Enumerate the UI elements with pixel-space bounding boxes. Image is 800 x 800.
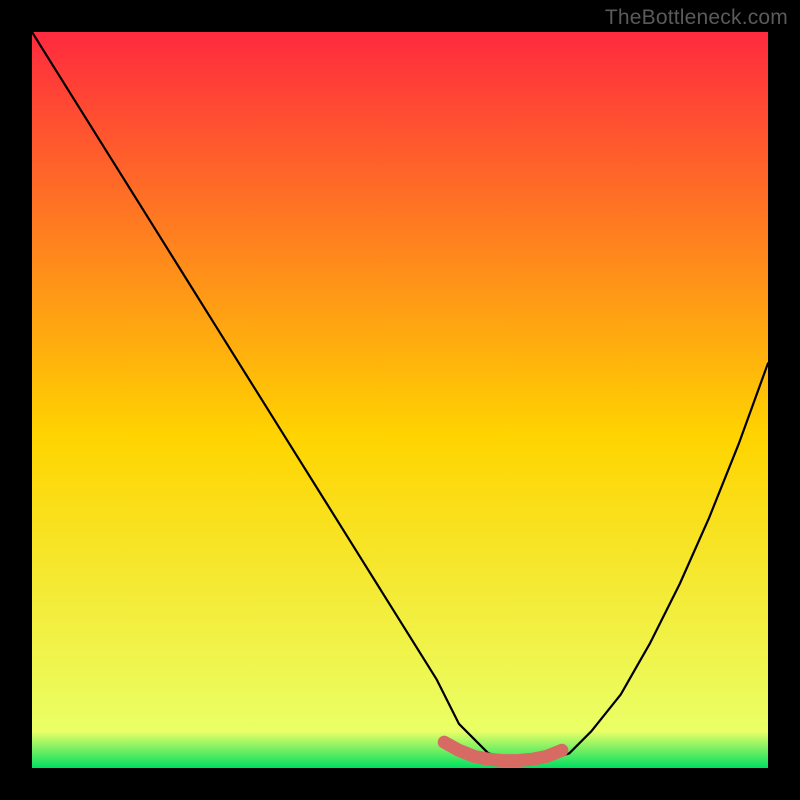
- chart-svg: [32, 32, 768, 768]
- gradient-background: [32, 32, 768, 768]
- chart-frame: TheBottleneck.com: [0, 0, 800, 800]
- plot-area: [32, 32, 768, 768]
- watermark-text: TheBottleneck.com: [605, 6, 788, 30]
